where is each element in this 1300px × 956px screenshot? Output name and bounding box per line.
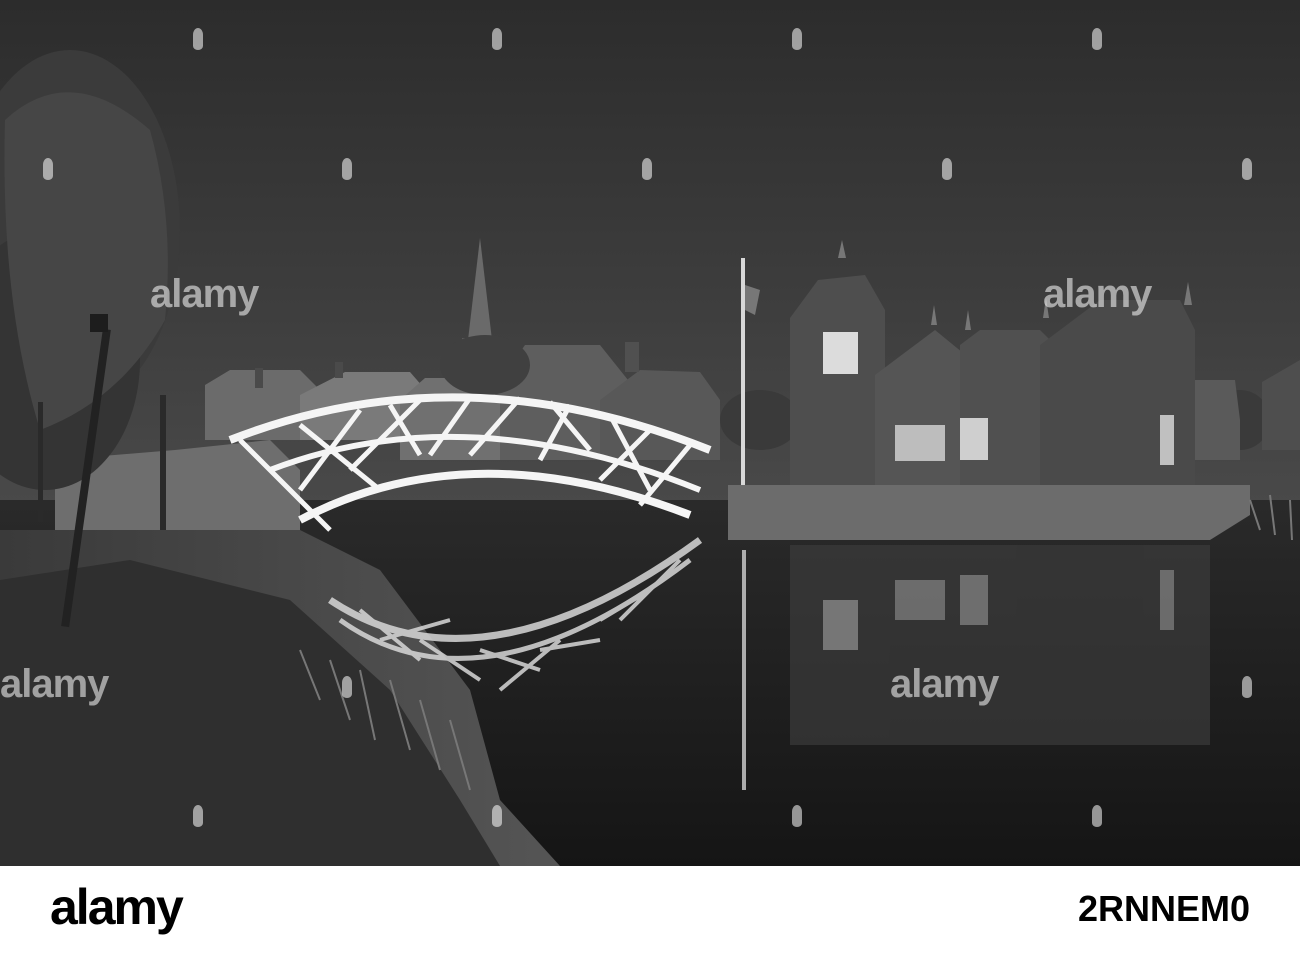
footer-bar: alamy 2RNNEM0 <box>0 866 1300 956</box>
photograph: alamy alamy alamy alamy <box>0 0 1300 866</box>
watermark-drop-icon <box>1092 805 1102 827</box>
watermark-drop-icon <box>43 158 53 180</box>
watermark-drop-icon <box>492 28 502 50</box>
watermark-drop-icon <box>642 158 652 180</box>
window <box>960 418 988 460</box>
window <box>895 425 945 461</box>
watermark-text: alamy <box>150 272 259 316</box>
photo-scene <box>0 0 1300 866</box>
window <box>1160 415 1174 465</box>
watermark-drop-icon <box>1092 28 1102 50</box>
flagpole-reflection <box>742 550 746 790</box>
lamp-post <box>38 402 43 522</box>
building-reflection <box>790 545 1210 745</box>
watermark-drop-icon <box>193 28 203 50</box>
watermark-drop-icon <box>792 805 802 827</box>
alamy-logo[interactable]: alamy <box>50 878 184 936</box>
watermark-drop-icon <box>193 805 203 827</box>
watermark-drop-icon <box>342 676 352 698</box>
window <box>823 332 858 374</box>
watermark-text: alamy <box>1043 272 1152 316</box>
quay-wall <box>728 485 1250 540</box>
flagpole <box>741 258 745 486</box>
watermark-text: alamy <box>0 662 109 706</box>
watermark-text: alamy <box>890 662 999 706</box>
watermark-drop-icon <box>1242 676 1252 698</box>
watermark-drop-icon <box>492 805 502 827</box>
watermark-drop-icon <box>1242 158 1252 180</box>
image-id: 2RNNEM0 <box>1077 888 1250 929</box>
watermark-drop-icon <box>342 158 352 180</box>
watermark-drop-icon <box>792 28 802 50</box>
watermark-drop-icon <box>942 158 952 180</box>
lamp-post <box>160 395 166 530</box>
